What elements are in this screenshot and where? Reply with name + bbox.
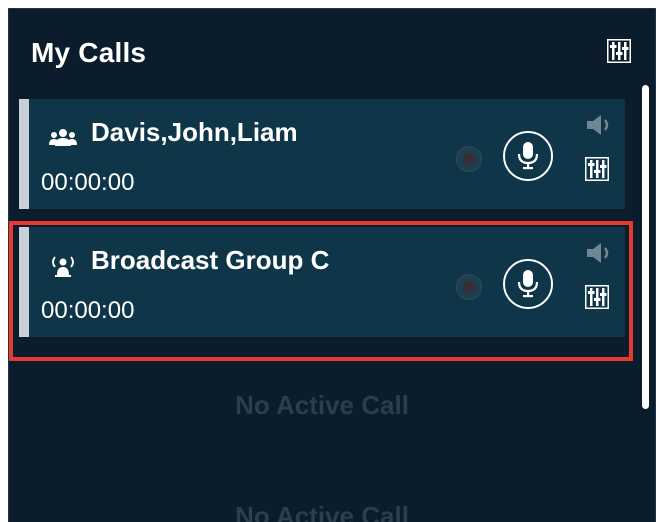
status-indicator [456, 274, 482, 300]
group-icon [49, 127, 77, 149]
call-name: Davis,John,Liam [91, 117, 298, 147]
empty-call-slot: No Active Call [235, 501, 409, 522]
microphone-icon [517, 142, 539, 170]
my-calls-panel: My Calls Davis,John,Liam 00:00:00 Broadc… [8, 8, 656, 522]
call-name: Broadcast Group C [91, 245, 330, 275]
call-timer: 00:00:00 [41, 169, 135, 196]
mixer-icon[interactable] [584, 156, 610, 182]
status-indicator [456, 146, 482, 172]
call-card-selected[interactable]: Broadcast Group C 00:00:00 [19, 227, 625, 337]
call-accent-bar [19, 227, 29, 337]
microphone-icon [517, 270, 539, 298]
empty-call-slot: No Active Call [235, 390, 409, 420]
broadcast-icon [49, 255, 77, 277]
speaker-icon[interactable] [585, 113, 615, 137]
call-card[interactable]: Davis,John,Liam 00:00:00 [19, 99, 625, 209]
mixer-icon[interactable] [584, 284, 610, 310]
microphone-button[interactable] [503, 131, 553, 181]
speaker-icon[interactable] [585, 241, 615, 265]
microphone-button[interactable] [503, 259, 553, 309]
call-accent-bar [19, 99, 29, 209]
panel-title: My Calls [31, 37, 147, 68]
mixer-icon[interactable] [606, 38, 632, 64]
call-timer: 00:00:00 [41, 297, 135, 324]
scrollbar[interactable] [642, 85, 649, 409]
